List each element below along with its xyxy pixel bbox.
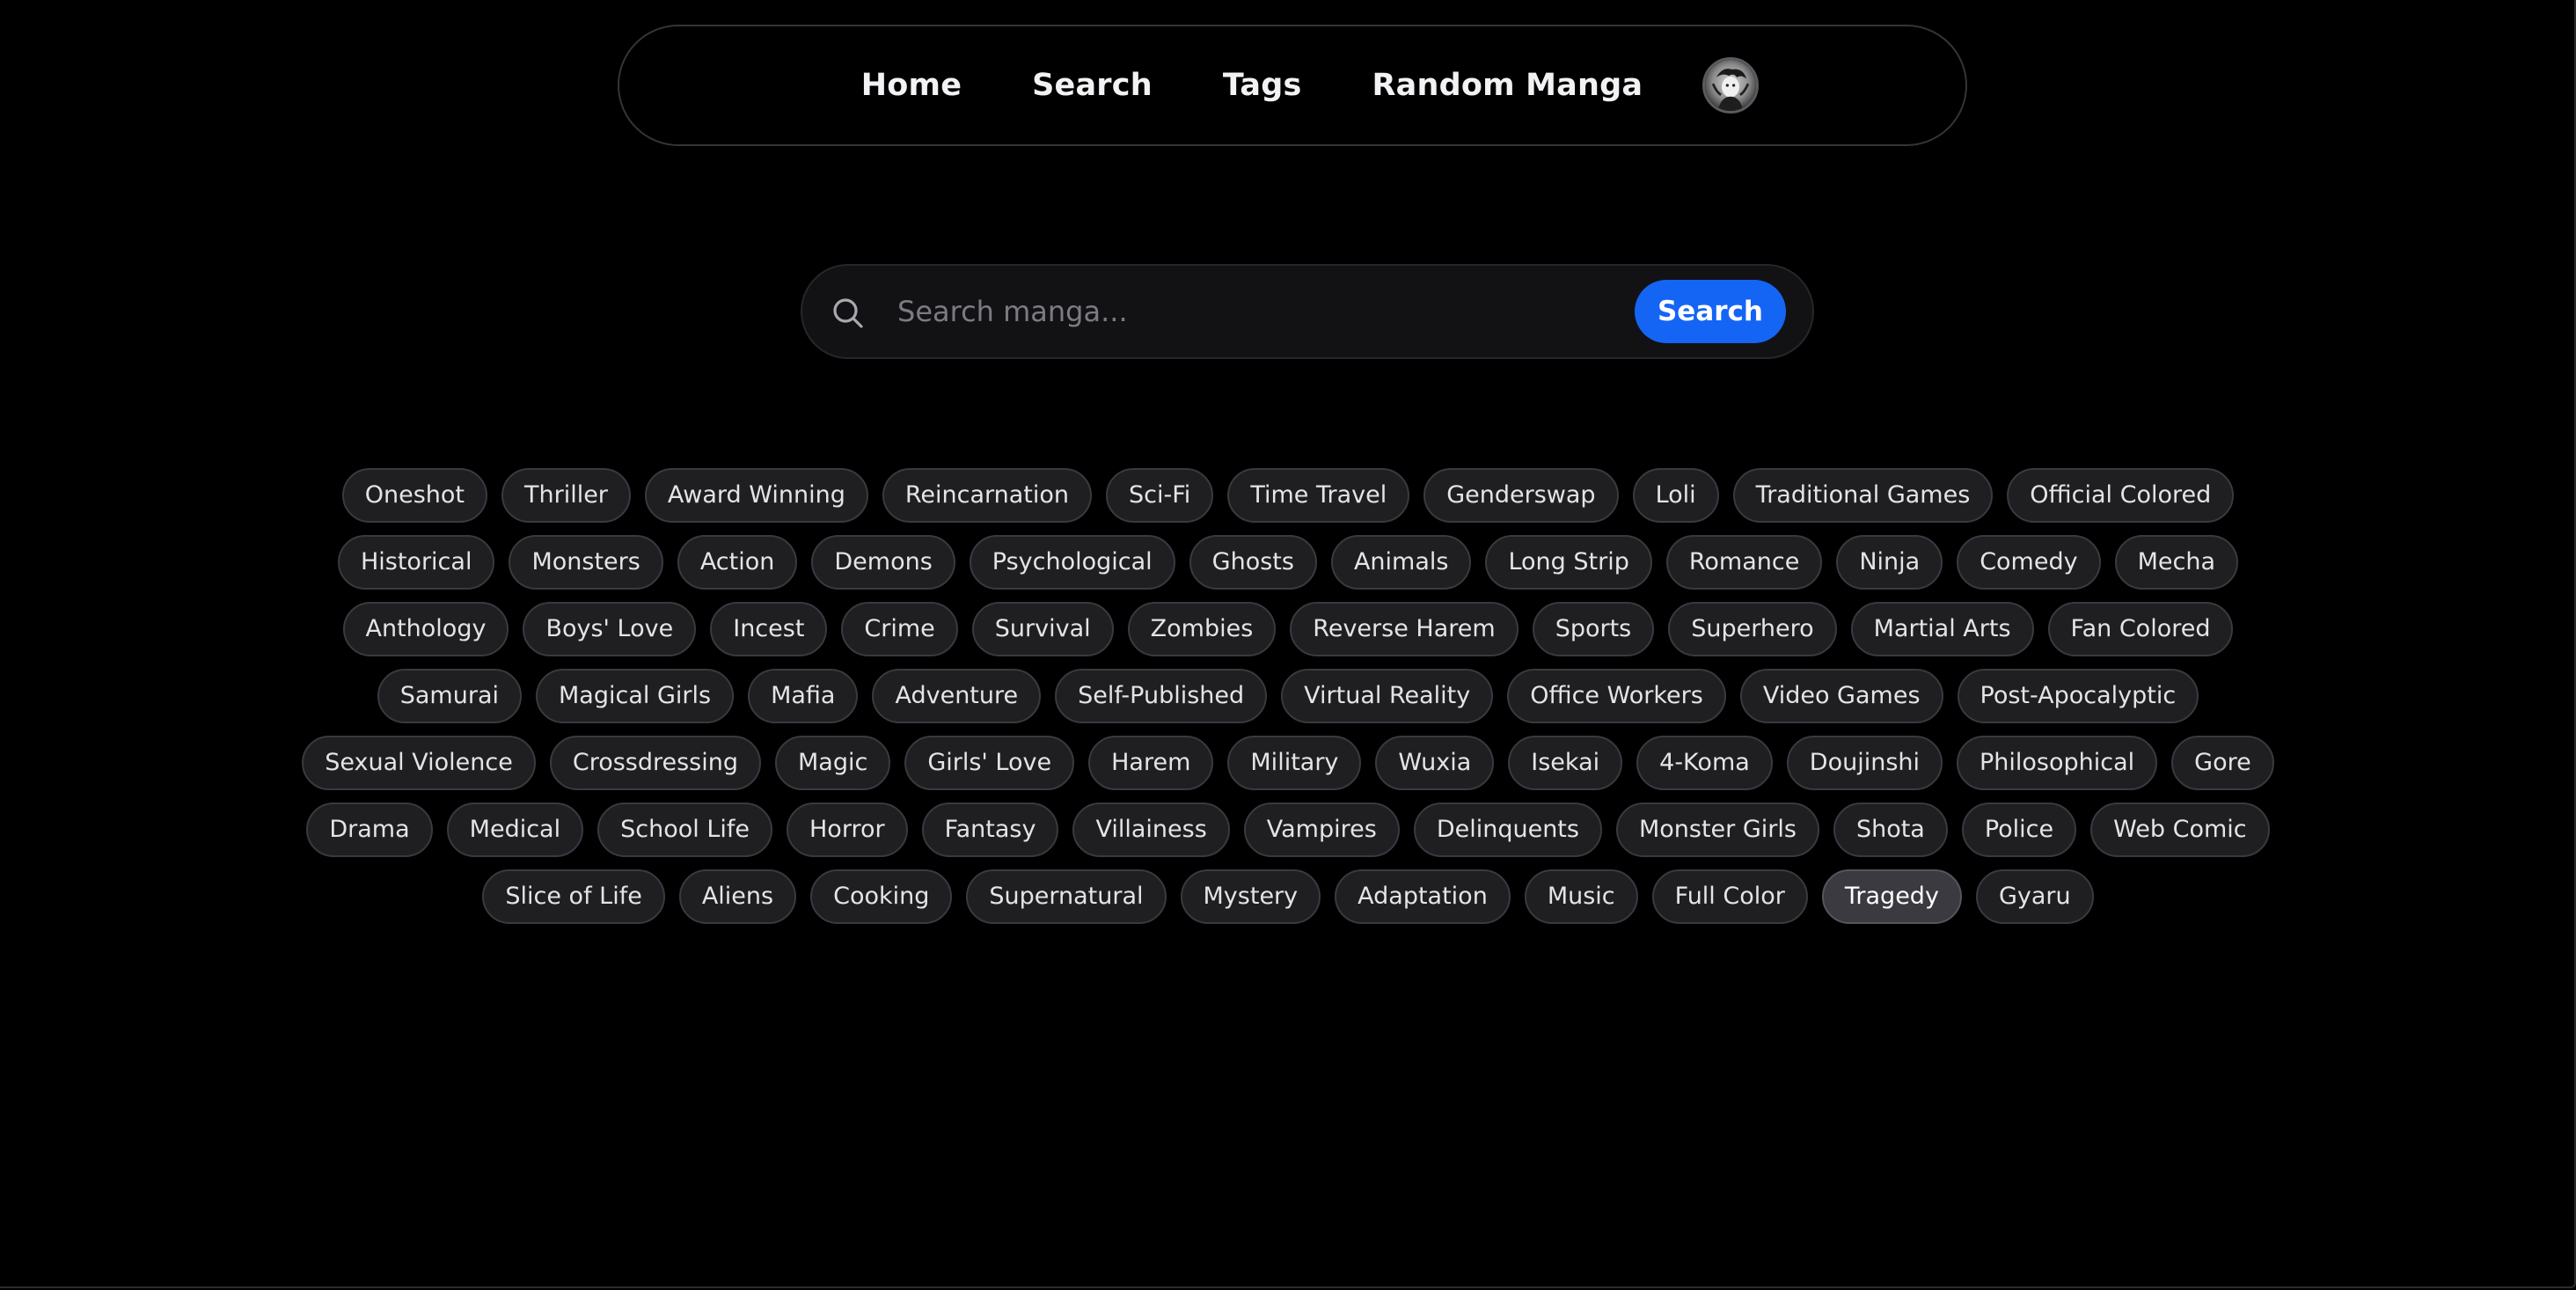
- tag-survival[interactable]: Survival: [971, 602, 1114, 656]
- tag-fantasy[interactable]: Fantasy: [921, 803, 1059, 857]
- tag-ghosts[interactable]: Ghosts: [1189, 535, 1317, 590]
- tag-sci-fi[interactable]: Sci-Fi: [1106, 468, 1214, 523]
- tag-mecha[interactable]: Mecha: [2114, 535, 2239, 590]
- tag-traditional-games[interactable]: Traditional Games: [1732, 468, 1994, 523]
- tag-long-strip[interactable]: Long Strip: [1485, 535, 1652, 590]
- tag-time-travel[interactable]: Time Travel: [1227, 468, 1410, 523]
- tag-adaptation[interactable]: Adaptation: [1335, 869, 1511, 924]
- tag-official-colored[interactable]: Official Colored: [2007, 468, 2235, 523]
- tag-military[interactable]: Military: [1227, 736, 1362, 790]
- tag-mafia[interactable]: Mafia: [748, 669, 859, 723]
- tag-full-color[interactable]: Full Color: [1651, 869, 1808, 924]
- tag-gore[interactable]: Gore: [2171, 736, 2274, 790]
- tag-anthology[interactable]: Anthology: [342, 602, 509, 656]
- tag-magic[interactable]: Magic: [775, 736, 891, 790]
- tag-sexual-violence[interactable]: Sexual Violence: [302, 736, 536, 790]
- search-button[interactable]: Search: [1635, 280, 1786, 343]
- search-input[interactable]: [887, 283, 1538, 340]
- tag-animals[interactable]: Animals: [1330, 535, 1472, 590]
- tag-ninja[interactable]: Ninja: [1836, 535, 1943, 590]
- tag-monsters[interactable]: Monsters: [509, 535, 663, 590]
- tag-loli[interactable]: Loli: [1632, 468, 1719, 523]
- tag-villainess[interactable]: Villainess: [1072, 803, 1230, 857]
- nav-tags-link[interactable]: Tags: [1223, 68, 1302, 103]
- tag-cooking[interactable]: Cooking: [810, 869, 953, 924]
- tag-4-koma[interactable]: 4-Koma: [1636, 736, 1773, 790]
- tag-horror[interactable]: Horror: [787, 803, 908, 857]
- nav-search-link[interactable]: Search: [1032, 68, 1153, 103]
- tag-isekai[interactable]: Isekai: [1508, 736, 1623, 790]
- tag-sports[interactable]: Sports: [1532, 602, 1655, 656]
- tag-adventure[interactable]: Adventure: [872, 669, 1042, 723]
- tag-video-games[interactable]: Video Games: [1739, 669, 1943, 723]
- tag-magical-girls[interactable]: Magical Girls: [536, 669, 735, 723]
- tag-mystery[interactable]: Mystery: [1180, 869, 1321, 924]
- tag-doujinshi[interactable]: Doujinshi: [1786, 736, 1943, 790]
- tag-reincarnation[interactable]: Reincarnation: [882, 468, 1093, 523]
- tag-demons[interactable]: Demons: [811, 535, 955, 590]
- tag-crime[interactable]: Crime: [841, 602, 958, 656]
- tag-historical[interactable]: Historical: [337, 535, 495, 590]
- tag-reverse-harem[interactable]: Reverse Harem: [1290, 602, 1519, 656]
- search-bar: Search: [801, 264, 1814, 359]
- avatar-image: [1705, 60, 1757, 111]
- user-avatar-icon[interactable]: [1702, 57, 1760, 114]
- tag-genderswap[interactable]: Genderswap: [1423, 468, 1619, 523]
- tag-police[interactable]: Police: [1961, 803, 2077, 857]
- tag-romance[interactable]: Romance: [1665, 535, 1823, 590]
- tag-music[interactable]: Music: [1524, 869, 1638, 924]
- tag-cloud: Oneshot Thriller Award Winning Reincarnatio…: [273, 468, 2303, 924]
- tag-thriller[interactable]: Thriller: [501, 468, 631, 523]
- tag-comedy[interactable]: Comedy: [1957, 535, 2101, 590]
- tag-slice-of-life[interactable]: Slice of Life: [482, 869, 665, 924]
- tag-medical[interactable]: Medical: [446, 803, 584, 857]
- tag-drama[interactable]: Drama: [306, 803, 433, 857]
- tag-incest[interactable]: Incest: [710, 602, 828, 656]
- tag-action[interactable]: Action: [677, 535, 798, 590]
- search-icon: [833, 298, 863, 328]
- tag-superhero[interactable]: Superhero: [1668, 602, 1837, 656]
- tag-psychological[interactable]: Psychological: [969, 535, 1175, 590]
- tag-self-published[interactable]: Self-Published: [1055, 669, 1268, 723]
- tag-harem[interactable]: Harem: [1088, 736, 1214, 790]
- tag-oneshot[interactable]: Oneshot: [341, 468, 487, 523]
- tag-girls-love[interactable]: Girls' Love: [904, 736, 1075, 790]
- nav-random-manga-link[interactable]: Random Manga: [1372, 68, 1643, 103]
- tag-gyaru[interactable]: Gyaru: [1975, 869, 2094, 924]
- tag-fan-colored[interactable]: Fan Colored: [2047, 602, 2234, 656]
- tag-vampires[interactable]: Vampires: [1243, 803, 1400, 857]
- nav-home-link[interactable]: Home: [861, 68, 962, 103]
- tag-delinquents[interactable]: Delinquents: [1413, 803, 1602, 857]
- tag-office-workers[interactable]: Office Workers: [1507, 669, 1726, 723]
- tag-tragedy[interactable]: Tragedy: [1821, 869, 1962, 924]
- tag-boys-love[interactable]: Boys' Love: [523, 602, 697, 656]
- tag-aliens[interactable]: Aliens: [678, 869, 797, 924]
- tag-monster-girls[interactable]: Monster Girls: [1615, 803, 1819, 857]
- top-nav: Home Search Tags Random Manga: [618, 25, 1967, 146]
- tag-award-winning[interactable]: Award Winning: [644, 468, 868, 523]
- tag-crossdressing[interactable]: Crossdressing: [549, 736, 761, 790]
- tag-virtual-reality[interactable]: Virtual Reality: [1281, 669, 1494, 723]
- tag-wuxia[interactable]: Wuxia: [1375, 736, 1495, 790]
- tag-post-apocalyptic[interactable]: Post-Apocalyptic: [1957, 669, 2199, 723]
- tag-supernatural[interactable]: Supernatural: [966, 869, 1167, 924]
- tag-school-life[interactable]: School Life: [597, 803, 772, 857]
- tag-philosophical[interactable]: Philosophical: [1957, 736, 2158, 790]
- tag-web-comic[interactable]: Web Comic: [2090, 803, 2270, 857]
- tag-samurai[interactable]: Samurai: [377, 669, 522, 723]
- tag-martial-arts[interactable]: Martial Arts: [1850, 602, 2034, 656]
- tag-shota[interactable]: Shota: [1833, 803, 1948, 857]
- tag-zombies[interactable]: Zombies: [1127, 602, 1277, 656]
